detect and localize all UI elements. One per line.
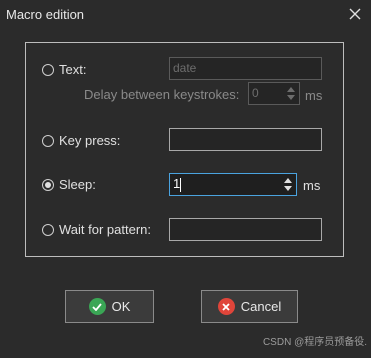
cancel-icon bbox=[217, 298, 235, 315]
sleep-spinner[interactable] bbox=[281, 175, 295, 194]
sleep-input[interactable]: 1 bbox=[169, 173, 297, 196]
key-press-radio[interactable] bbox=[42, 134, 54, 147]
text-cursor bbox=[180, 177, 182, 192]
wait-radio[interactable] bbox=[42, 223, 54, 236]
sleep-option[interactable]: Sleep: bbox=[42, 177, 96, 192]
text-radio[interactable] bbox=[42, 63, 54, 76]
check-icon bbox=[88, 298, 106, 315]
spin-down-icon[interactable] bbox=[287, 95, 295, 101]
cancel-label: Cancel bbox=[240, 299, 282, 314]
wait-label: Wait for pattern: bbox=[59, 222, 151, 237]
window-title: Macro edition bbox=[6, 7, 85, 22]
sleep-label: Sleep: bbox=[59, 177, 96, 192]
sleep-radio[interactable] bbox=[42, 178, 54, 191]
delay-input[interactable]: 0 bbox=[248, 82, 300, 105]
delay-value: 0 bbox=[252, 86, 259, 100]
watermark: CSDN @程序员预备役. bbox=[262, 337, 367, 348]
spin-down-icon[interactable] bbox=[284, 186, 292, 192]
text-label: Text: bbox=[59, 62, 87, 77]
delay-unit: ms bbox=[305, 88, 323, 103]
key-press-input[interactable] bbox=[169, 128, 322, 151]
delay-label: Delay between keystrokes: bbox=[84, 87, 240, 102]
delay-spinner[interactable] bbox=[284, 84, 298, 103]
spin-up-icon[interactable] bbox=[284, 177, 292, 183]
text-option[interactable]: Text: bbox=[42, 62, 86, 77]
title-bar: Macro edition bbox=[0, 0, 371, 28]
cancel-button[interactable]: Cancel bbox=[201, 290, 298, 323]
text-input[interactable]: date bbox=[169, 57, 322, 80]
key-press-label: Key press: bbox=[59, 133, 121, 148]
sleep-value: 1 bbox=[173, 176, 181, 191]
spin-up-icon[interactable] bbox=[287, 86, 295, 92]
ok-button[interactable]: OK bbox=[65, 290, 154, 323]
ok-label: OK bbox=[111, 299, 131, 314]
wait-option[interactable]: Wait for pattern: bbox=[42, 222, 151, 237]
close-icon[interactable] bbox=[343, 2, 367, 26]
key-press-option[interactable]: Key press: bbox=[42, 133, 120, 148]
wait-input[interactable] bbox=[169, 218, 322, 241]
sleep-unit: ms bbox=[303, 178, 321, 193]
